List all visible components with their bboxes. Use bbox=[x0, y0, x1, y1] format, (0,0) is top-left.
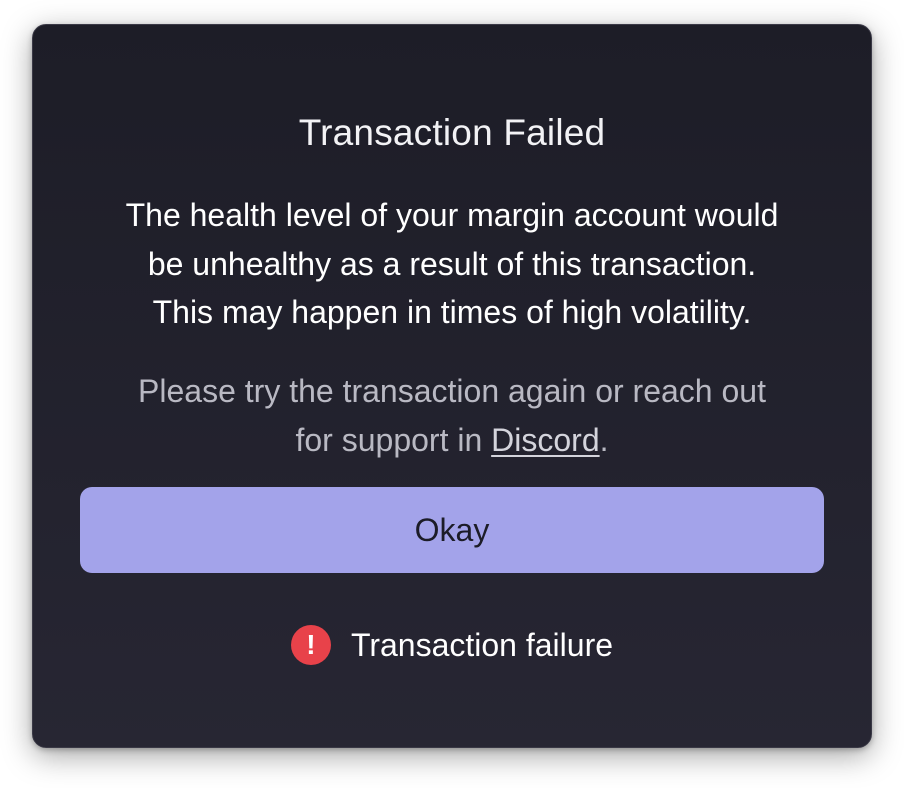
discord-link[interactable]: Discord bbox=[491, 422, 599, 458]
support-message: Please try the transaction again or reac… bbox=[73, 367, 831, 464]
support-message-line: for support in Discord. bbox=[73, 416, 831, 465]
exclamation-circle-icon: ! bbox=[290, 625, 331, 665]
okay-button[interactable]: Okay bbox=[80, 487, 824, 573]
transaction-failed-dialog: Transaction Failed The health level of y… bbox=[32, 24, 872, 748]
support-message-line: Please try the transaction again or reac… bbox=[138, 373, 766, 409]
error-message-line: be unhealthy as a result of this transac… bbox=[147, 245, 757, 282]
support-prefix: for support in bbox=[295, 421, 492, 458]
dialog-title: Transaction Failed bbox=[298, 112, 606, 153]
error-message-line: The health level of your margin account … bbox=[125, 197, 779, 233]
support-suffix: . bbox=[599, 421, 609, 458]
error-message-line: This may happen in times of high volatil… bbox=[152, 294, 752, 330]
transaction-status: ! Transaction failure bbox=[33, 625, 871, 665]
status-text: Transaction failure bbox=[350, 627, 614, 663]
error-message: The health level of your margin account … bbox=[73, 191, 831, 337]
